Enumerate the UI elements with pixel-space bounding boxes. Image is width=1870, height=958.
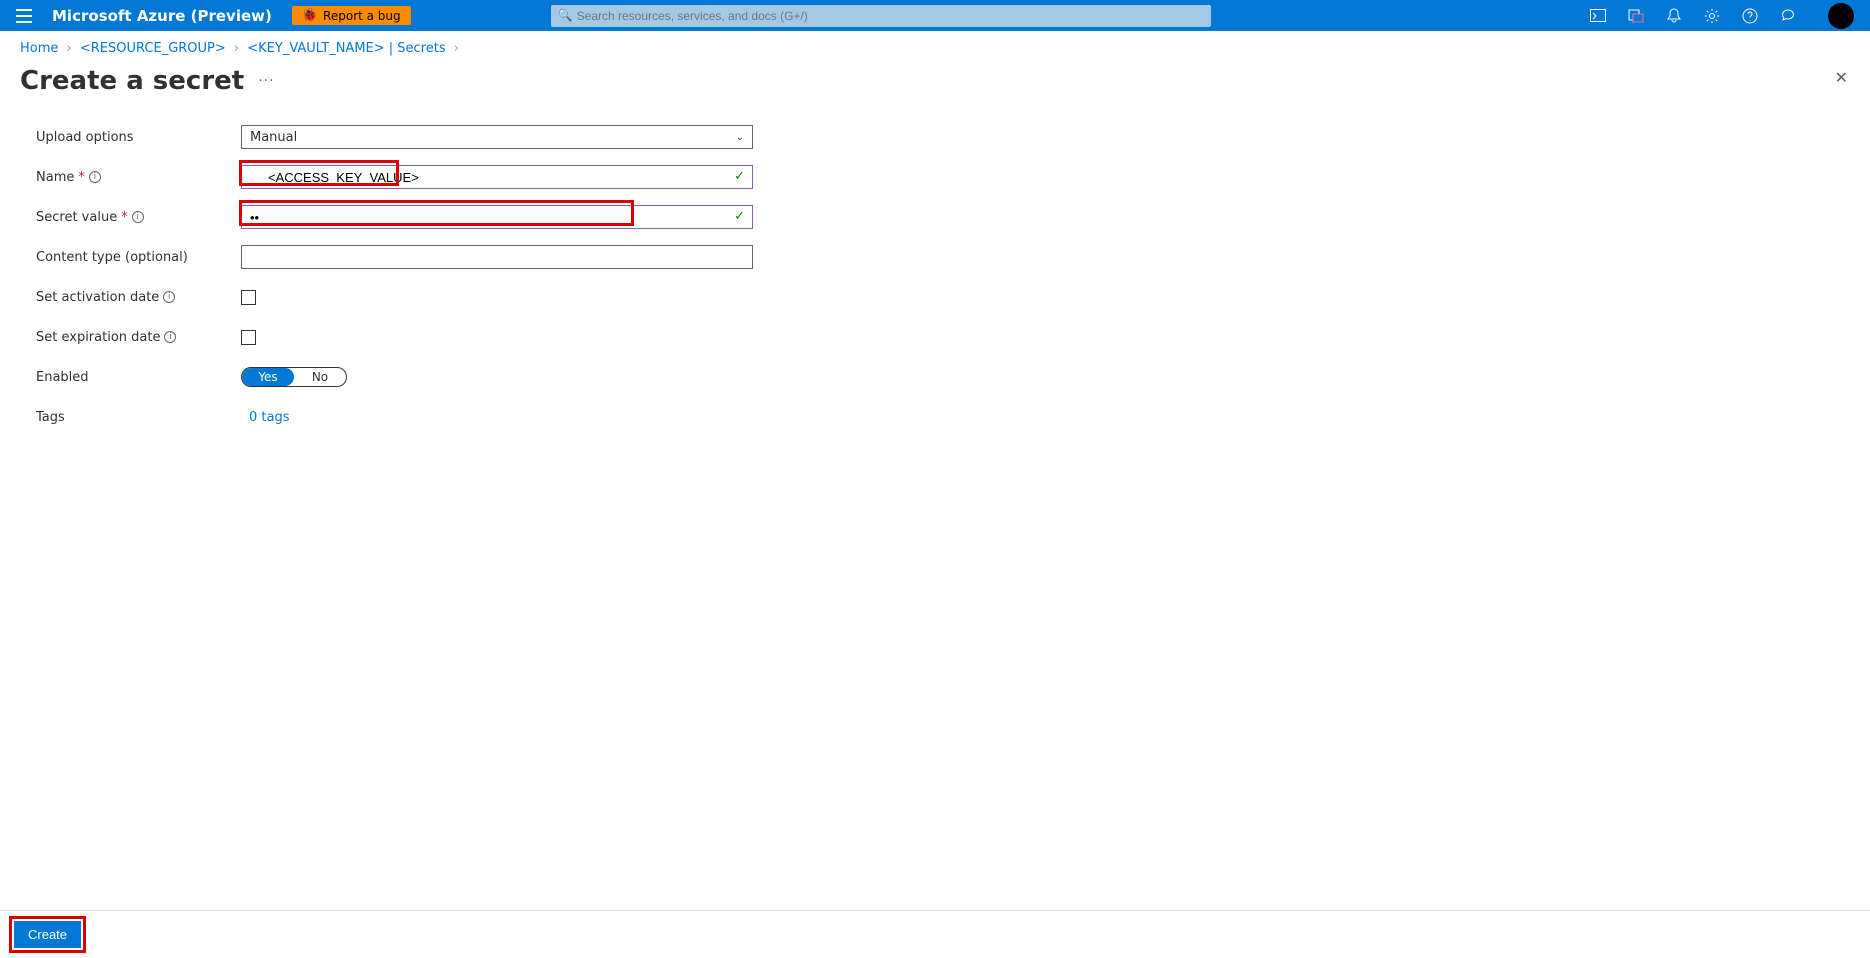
tags-link[interactable]: 0 tags bbox=[249, 410, 290, 425]
check-icon: ✓ bbox=[734, 209, 745, 224]
breadcrumb-resource-group[interactable]: <RESOURCE_GROUP> bbox=[80, 41, 226, 56]
content-type-input[interactable] bbox=[241, 245, 753, 269]
required-indicator: * bbox=[78, 170, 85, 185]
enabled-toggle[interactable]: Yes No bbox=[241, 367, 347, 387]
check-icon: ✓ bbox=[734, 169, 745, 184]
name-label: Name bbox=[36, 170, 74, 185]
notifications-icon[interactable] bbox=[1666, 8, 1682, 24]
toggle-no: No bbox=[294, 368, 346, 386]
upload-options-select[interactable]: Manual ⌄ bbox=[241, 125, 753, 149]
settings-icon[interactable] bbox=[1704, 8, 1720, 24]
expiration-label: Set expiration date bbox=[36, 330, 160, 345]
report-bug-button[interactable]: 🐞 Report a bug bbox=[292, 6, 411, 25]
feedback-icon[interactable] bbox=[1780, 8, 1796, 24]
activation-checkbox[interactable] bbox=[241, 290, 256, 305]
more-actions-button[interactable]: ··· bbox=[258, 73, 274, 89]
help-icon[interactable] bbox=[1742, 8, 1758, 24]
upload-options-value: Manual bbox=[250, 130, 297, 145]
expiration-checkbox[interactable] bbox=[241, 330, 256, 345]
activation-label: Set activation date bbox=[36, 290, 159, 305]
required-indicator: * bbox=[121, 210, 128, 225]
info-icon[interactable]: i bbox=[89, 171, 101, 183]
secret-value-label: Secret value bbox=[36, 210, 117, 225]
chevron-right-icon: › bbox=[234, 41, 239, 56]
breadcrumb: Home › <RESOURCE_GROUP> › <KEY_VAULT_NAM… bbox=[0, 31, 1870, 62]
close-blade-button[interactable]: ✕ bbox=[1835, 68, 1848, 87]
global-search-input[interactable] bbox=[551, 5, 1211, 27]
search-icon: 🔍 bbox=[558, 8, 573, 22]
breadcrumb-keyvault-secrets[interactable]: <KEY_VAULT_NAME> | Secrets bbox=[247, 41, 445, 56]
info-icon[interactable]: i bbox=[164, 331, 176, 343]
enabled-label: Enabled bbox=[36, 370, 241, 385]
breadcrumb-home[interactable]: Home bbox=[20, 41, 58, 56]
chevron-right-icon: › bbox=[454, 41, 459, 56]
name-input[interactable] bbox=[241, 165, 753, 189]
chevron-right-icon: › bbox=[67, 41, 72, 56]
cloud-shell-icon[interactable] bbox=[1590, 8, 1606, 24]
user-avatar[interactable] bbox=[1828, 3, 1854, 29]
tags-label: Tags bbox=[36, 410, 241, 425]
report-bug-label: Report a bug bbox=[323, 9, 401, 23]
directories-icon[interactable] bbox=[1628, 8, 1644, 24]
brand-label: Microsoft Azure (Preview) bbox=[52, 7, 272, 25]
menu-toggle[interactable] bbox=[16, 9, 32, 23]
create-button[interactable]: Create bbox=[14, 921, 81, 948]
content-type-label: Content type (optional) bbox=[36, 250, 241, 265]
page-title: Create a secret bbox=[20, 66, 244, 96]
toggle-yes: Yes bbox=[242, 368, 294, 386]
chevron-down-icon: ⌄ bbox=[736, 132, 744, 143]
secret-value-input[interactable] bbox=[241, 205, 753, 229]
info-icon[interactable]: i bbox=[132, 211, 144, 223]
bug-icon: 🐞 bbox=[302, 8, 318, 23]
upload-options-label: Upload options bbox=[36, 130, 241, 145]
info-icon[interactable]: i bbox=[163, 291, 175, 303]
